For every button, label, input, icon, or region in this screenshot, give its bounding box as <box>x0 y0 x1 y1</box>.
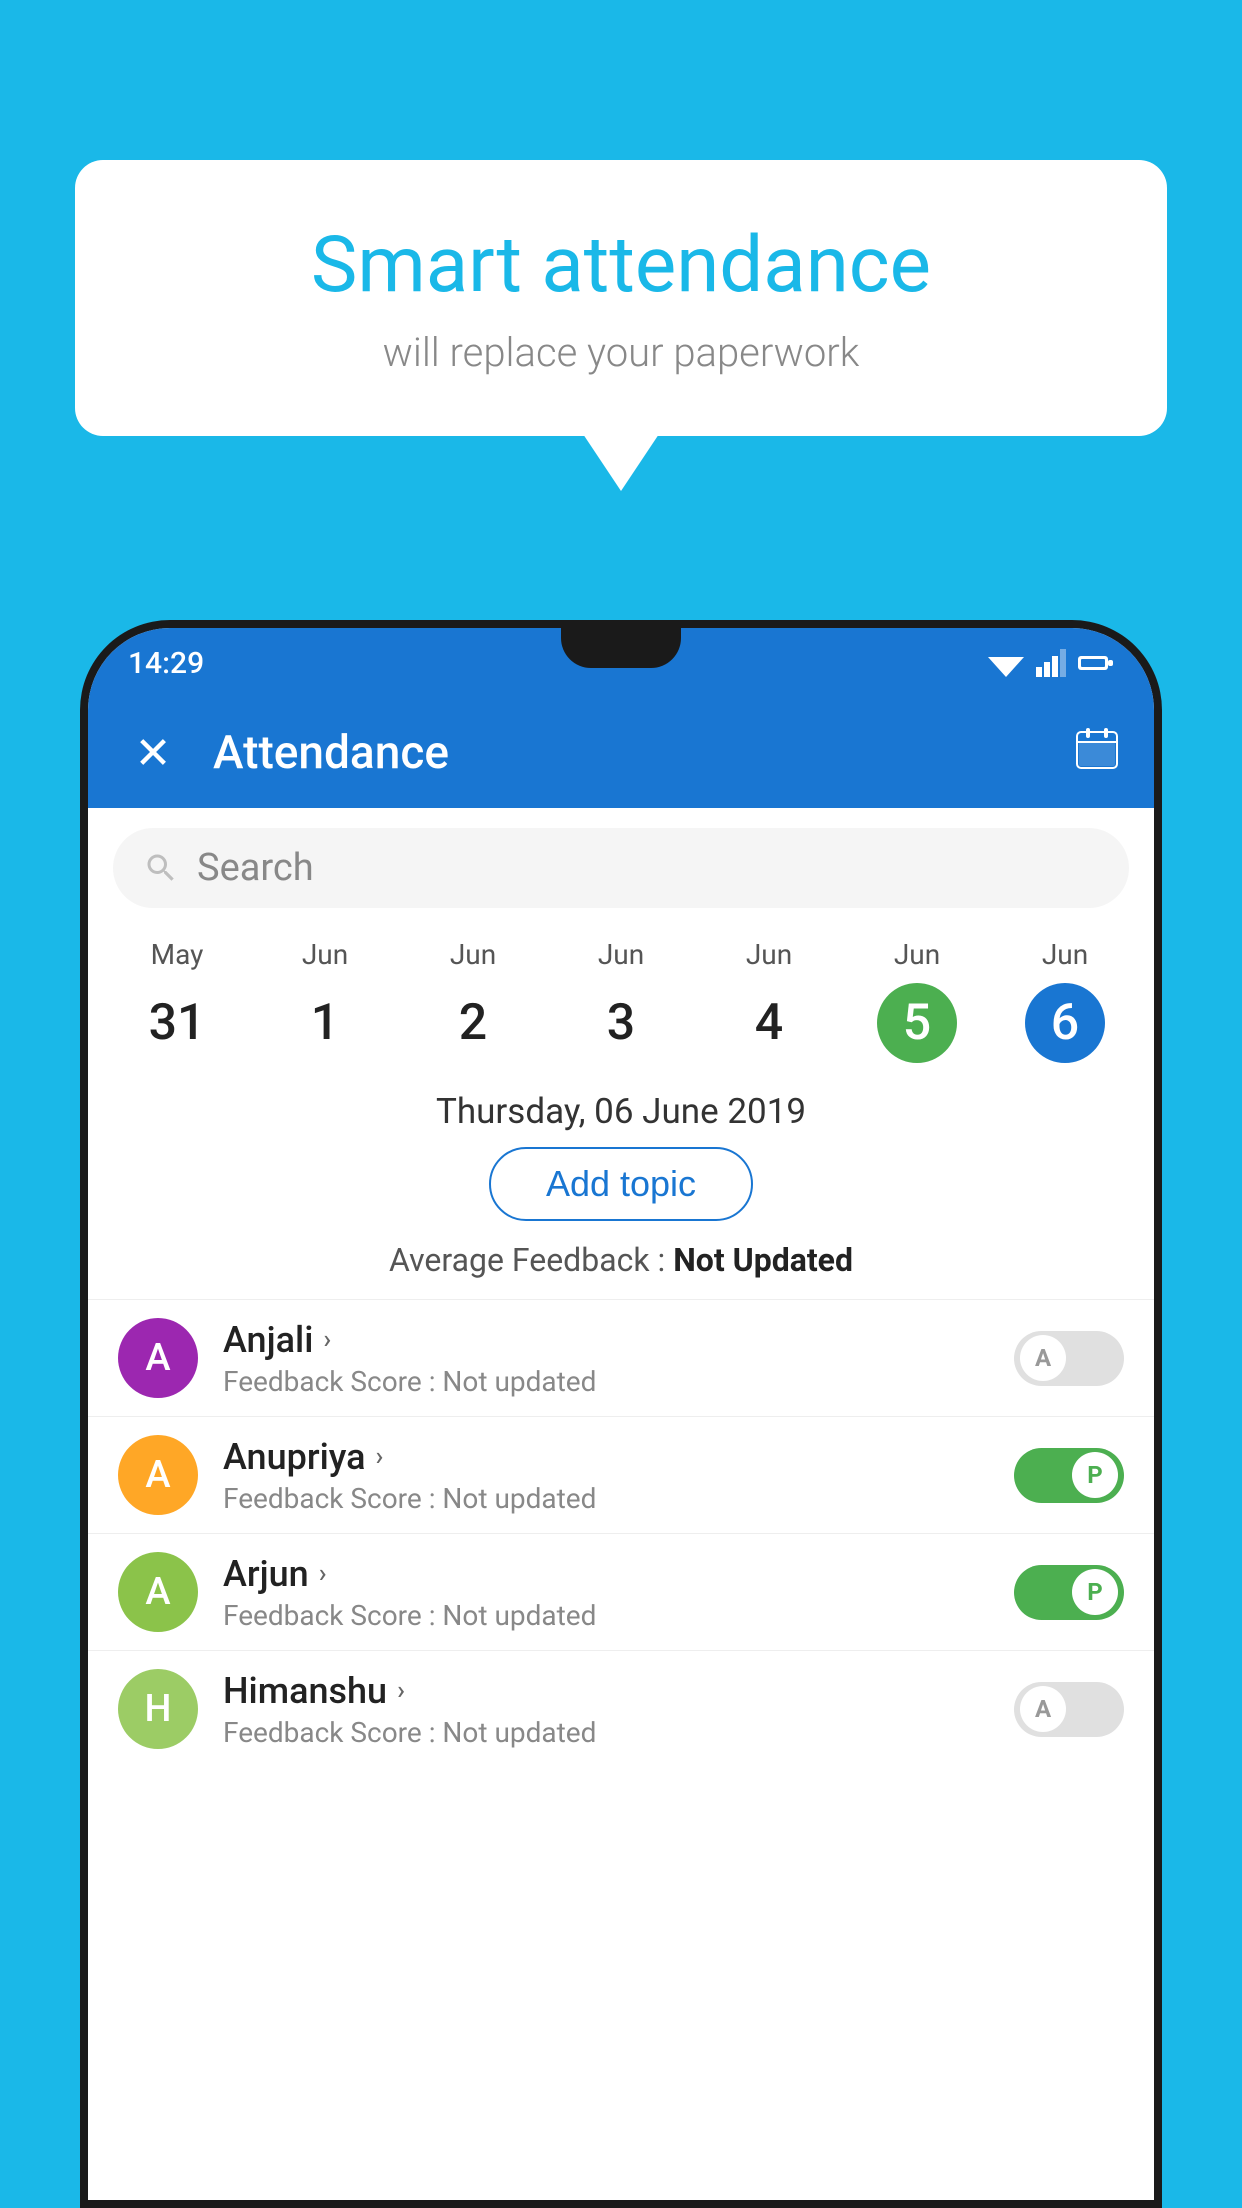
calendar-day[interactable]: Jun 6 <box>991 928 1139 1073</box>
student-name: Himanshu› <box>223 1670 1014 1712</box>
status-icons <box>988 649 1114 677</box>
student-item[interactable]: H Himanshu› Feedback Score : Not updatedA <box>88 1650 1154 1767</box>
attendance-toggle[interactable]: P <box>1014 1565 1124 1620</box>
wifi-icon <box>988 649 1024 677</box>
student-item[interactable]: A Anupriya› Feedback Score : Not updated P <box>88 1416 1154 1533</box>
phone-screen: 14:29 <box>88 628 1154 2200</box>
battery-icon <box>1078 653 1114 673</box>
app-content: Search May 31 Jun 1 Jun 2 Jun 3 Jun 4 Jun 5 Jun 6 Thu… <box>88 808 1154 2200</box>
cal-month-label: Jun <box>1042 938 1088 971</box>
app-header: ✕ Attendance <box>88 698 1154 808</box>
avg-feedback: Average Feedback : Not Updated <box>88 1241 1154 1279</box>
status-time: 14:29 <box>128 646 204 681</box>
student-info: Himanshu› Feedback Score : Not updated <box>223 1670 1014 1749</box>
cal-month-label: Jun <box>598 938 644 971</box>
cal-day-number: 3 <box>581 983 661 1063</box>
feedback-score: Feedback Score : Not updated <box>223 1599 1014 1632</box>
attendance-toggle[interactable]: A <box>1014 1682 1124 1737</box>
phone-inner: 14:29 <box>88 628 1154 2200</box>
chevron-right-icon: › <box>323 1325 331 1355</box>
student-info: Arjun› Feedback Score : Not updated <box>223 1553 1014 1632</box>
calendar-day[interactable]: Jun 3 <box>547 928 695 1073</box>
student-item[interactable]: A Arjun› Feedback Score : Not updated P <box>88 1533 1154 1650</box>
feedback-score: Feedback Score : Not updated <box>223 1365 1014 1398</box>
student-info: Anjali› Feedback Score : Not updated <box>223 1319 1014 1398</box>
bubble-subtitle: will replace your paperwork <box>125 329 1117 376</box>
student-list: AAnjali›Feedback Score : Not updatedAAAn… <box>88 1299 1154 1767</box>
calendar-day[interactable]: Jun 4 <box>695 928 843 1073</box>
bubble-title: Smart attendance <box>125 220 1117 311</box>
toggle-knob: A <box>1020 1335 1066 1381</box>
search-bar[interactable]: Search <box>113 828 1129 908</box>
student-item[interactable]: AAnjali›Feedback Score : Not updatedA <box>88 1299 1154 1416</box>
header-title: Attendance <box>213 726 1045 780</box>
cal-month-label: Jun <box>746 938 792 971</box>
avatar: H <box>118 1669 198 1749</box>
speech-bubble: Smart attendance will replace your paper… <box>75 160 1167 436</box>
cal-month-label: Jun <box>450 938 496 971</box>
toggle-knob: P <box>1072 1452 1118 1498</box>
avg-feedback-value: Not Updated <box>673 1241 853 1279</box>
student-name: Anupriya› <box>223 1436 1014 1478</box>
cal-month-label: Jun <box>302 938 348 971</box>
signal-icon <box>1036 649 1066 677</box>
attendance-toggle[interactable]: A <box>1014 1331 1124 1386</box>
selected-date: Thursday, 06 June 2019 <box>88 1091 1154 1132</box>
cal-day-number: 1 <box>285 983 365 1063</box>
student-info: Anupriya› Feedback Score : Not updated <box>223 1436 1014 1515</box>
cal-day-number: 5 <box>877 983 957 1063</box>
avatar: A <box>118 1318 198 1398</box>
chevron-right-icon: › <box>376 1442 384 1472</box>
feedback-score: Feedback Score : Not updated <box>223 1482 1014 1515</box>
chevron-right-icon: › <box>319 1559 327 1589</box>
calendar-icon[interactable] <box>1075 726 1119 780</box>
search-icon <box>143 850 179 886</box>
avatar: A <box>118 1552 198 1632</box>
close-button[interactable]: ✕ <box>123 727 183 779</box>
student-name: Arjun› <box>223 1553 1014 1595</box>
cal-day-number: 4 <box>729 983 809 1063</box>
feedback-score: Feedback Score : Not updated <box>223 1716 1014 1749</box>
toggle-knob: P <box>1072 1569 1118 1615</box>
chevron-right-icon: › <box>397 1676 405 1706</box>
cal-day-number: 2 <box>433 983 513 1063</box>
avatar: A <box>118 1435 198 1515</box>
toggle-knob: A <box>1020 1686 1066 1732</box>
phone-frame: 14:29 <box>80 620 1162 2208</box>
search-placeholder: Search <box>197 846 314 890</box>
cal-month-label: Jun <box>894 938 940 971</box>
student-name: Anjali› <box>223 1319 1014 1361</box>
calendar-day[interactable]: Jun 1 <box>251 928 399 1073</box>
calendar-day[interactable]: Jun 2 <box>399 928 547 1073</box>
calendar-row: May 31 Jun 1 Jun 2 Jun 3 Jun 4 Jun 5 Jun 6 <box>88 928 1154 1073</box>
avg-feedback-label: Average Feedback : <box>389 1241 665 1279</box>
cal-month-label: May <box>151 938 204 971</box>
calendar-day[interactable]: Jun 5 <box>843 928 991 1073</box>
cal-day-number: 6 <box>1025 983 1105 1063</box>
attendance-toggle[interactable]: P <box>1014 1448 1124 1503</box>
add-topic-button[interactable]: Add topic <box>489 1147 753 1221</box>
cal-day-number: 31 <box>137 983 217 1063</box>
calendar-day[interactable]: May 31 <box>103 928 251 1073</box>
status-bar: 14:29 <box>88 628 1154 698</box>
